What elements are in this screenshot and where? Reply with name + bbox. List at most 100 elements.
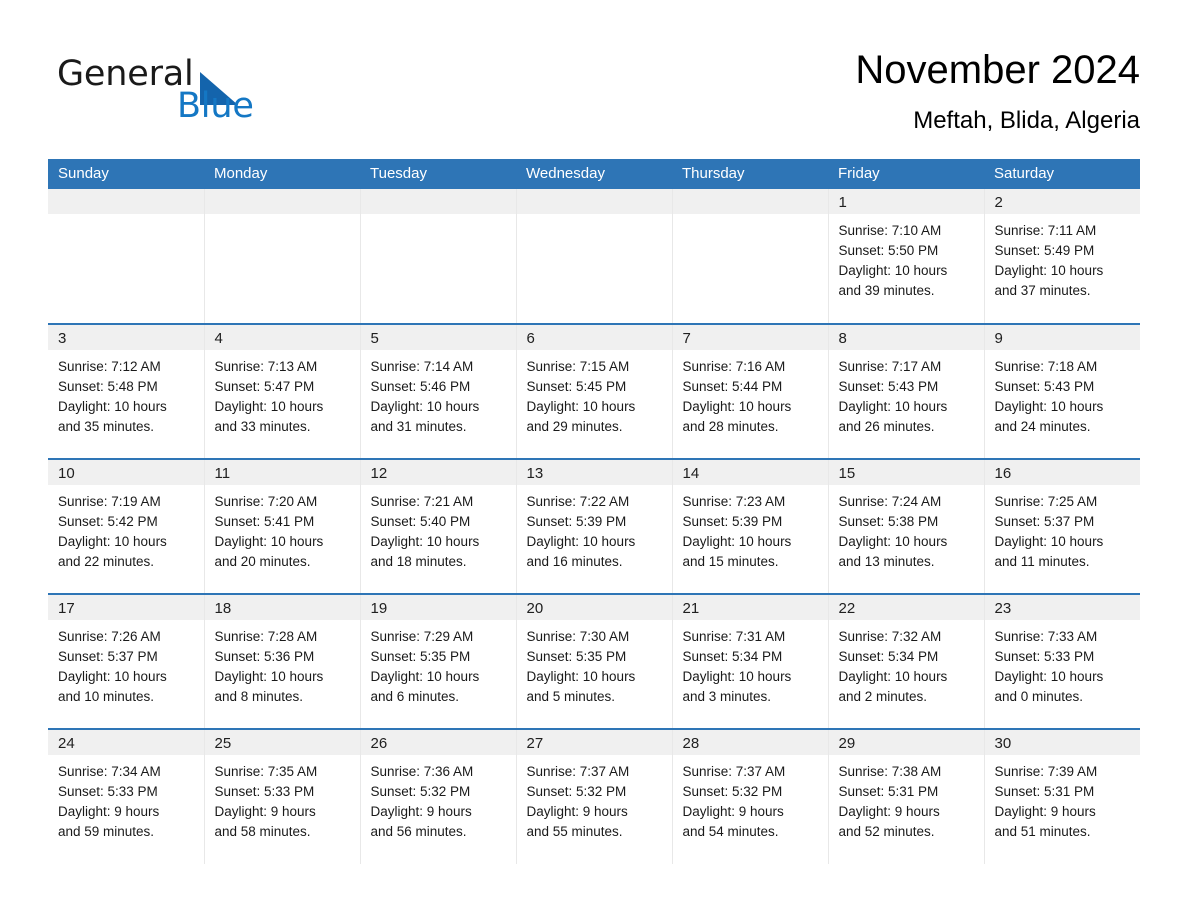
- daylight-text-line1: Daylight: 9 hours: [994, 804, 1096, 819]
- sunset-text: Sunset: 5:35 PM: [526, 649, 627, 664]
- calendar-cell-empty: [672, 189, 829, 324]
- daylight-text-line1: Daylight: 10 hours: [994, 263, 1104, 278]
- day-details: Sunrise: 7:26 AM Sunset: 5:37 PM Daylight:…: [48, 620, 204, 707]
- daylight-text-line2: and 52 minutes.: [838, 824, 935, 839]
- calendar-day-cell[interactable]: 6 Sunrise: 7:15 AM Sunset: 5:45 PM Daylight…: [516, 323, 673, 459]
- daylight-text-line1: Daylight: 10 hours: [682, 669, 792, 684]
- calendar-day-cell[interactable]: 10 Sunrise: 7:19 AM Sunset: 5:42 PM Dayligh…: [48, 458, 205, 594]
- calendar-day-cell[interactable]: 14 Sunrise: 7:23 AM Sunset: 5:39 PM Dayligh…: [672, 458, 829, 594]
- calendar-day-cell[interactable]: 1 Sunrise: 7:10 AM Sunset: 5:50 PM Daylight…: [828, 189, 985, 324]
- day-details: Sunrise: 7:28 AM Sunset: 5:36 PM Daylight:…: [205, 620, 360, 707]
- logo-text-general: General: [57, 54, 194, 94]
- calendar-day-cell[interactable]: 25 Sunrise: 7:35 AM Sunset: 5:33 PM Dayligh…: [204, 728, 361, 864]
- sunset-text: Sunset: 5:33 PM: [58, 784, 158, 799]
- day-number: 27: [516, 730, 672, 755]
- day-details: Sunrise: 7:36 AM Sunset: 5:32 PM Daylight:…: [361, 755, 516, 842]
- daylight-text-line1: Daylight: 10 hours: [58, 399, 167, 414]
- daylight-text-line2: and 10 minutes.: [58, 689, 155, 704]
- sunset-text: Sunset: 5:38 PM: [838, 514, 939, 529]
- day-number: 6: [516, 325, 672, 350]
- daylight-text-line1: Daylight: 9 hours: [58, 804, 160, 819]
- sunset-text: Sunset: 5:44 PM: [682, 379, 783, 394]
- daylight-text-line1: Daylight: 10 hours: [214, 534, 324, 549]
- calendar-day-cell[interactable]: 23 Sunrise: 7:33 AM Sunset: 5:33 PM Dayligh…: [984, 593, 1140, 729]
- daylight-text-line1: Daylight: 9 hours: [526, 804, 628, 819]
- daylight-text-line1: Daylight: 9 hours: [214, 804, 316, 819]
- sunset-text: Sunset: 5:41 PM: [214, 514, 315, 529]
- daylight-text-line1: Daylight: 10 hours: [838, 263, 948, 278]
- daylight-text-line2: and 3 minutes.: [682, 689, 772, 704]
- weekday-header-sunday: Sunday: [48, 159, 204, 189]
- day-details: Sunrise: 7:37 AM Sunset: 5:32 PM Daylight:…: [517, 755, 672, 842]
- day-number: 24: [48, 730, 204, 755]
- daylight-text-line2: and 35 minutes.: [58, 419, 155, 434]
- calendar-day-cell[interactable]: 18 Sunrise: 7:28 AM Sunset: 5:36 PM Dayligh…: [204, 593, 361, 729]
- daylight-text-line2: and 0 minutes.: [994, 689, 1084, 704]
- calendar-day-cell[interactable]: 4 Sunrise: 7:13 AM Sunset: 5:47 PM Daylight…: [204, 323, 361, 459]
- calendar-table: Sunday Monday Tuesday Wednesday Thursday…: [48, 159, 1140, 864]
- calendar-day-cell[interactable]: 15 Sunrise: 7:24 AM Sunset: 5:38 PM Dayligh…: [828, 458, 985, 594]
- sunset-text: Sunset: 5:34 PM: [682, 649, 783, 664]
- daylight-text-line1: Daylight: 10 hours: [838, 534, 948, 549]
- sunrise-text: Sunrise: 7:17 AM: [838, 359, 942, 374]
- calendar-day-cell[interactable]: 12 Sunrise: 7:21 AM Sunset: 5:40 PM Dayligh…: [360, 458, 517, 594]
- calendar-day-cell[interactable]: 27 Sunrise: 7:37 AM Sunset: 5:32 PM Dayligh…: [516, 728, 673, 864]
- calendar-day-cell[interactable]: 16 Sunrise: 7:25 AM Sunset: 5:37 PM Dayligh…: [984, 458, 1140, 594]
- page-header: General Blue November 2024 Meftah, Blida…: [48, 44, 1140, 148]
- daylight-text-line1: Daylight: 10 hours: [58, 534, 167, 549]
- calendar-cell-empty: [516, 189, 673, 324]
- calendar-day-cell[interactable]: 24 Sunrise: 7:34 AM Sunset: 5:33 PM Dayligh…: [48, 728, 205, 864]
- day-number: [360, 189, 516, 214]
- calendar-day-cell[interactable]: 11 Sunrise: 7:20 AM Sunset: 5:41 PM Dayligh…: [204, 458, 361, 594]
- sunset-text: Sunset: 5:34 PM: [838, 649, 939, 664]
- day-number: 1: [828, 189, 984, 214]
- daylight-text-line2: and 33 minutes.: [214, 419, 311, 434]
- calendar-day-cell[interactable]: 5 Sunrise: 7:14 AM Sunset: 5:46 PM Daylight…: [360, 323, 517, 459]
- sunset-text: Sunset: 5:43 PM: [838, 379, 939, 394]
- calendar-day-cell[interactable]: 13 Sunrise: 7:22 AM Sunset: 5:39 PM Dayligh…: [516, 458, 673, 594]
- weekday-header-tuesday: Tuesday: [360, 159, 516, 189]
- day-details: Sunrise: 7:13 AM Sunset: 5:47 PM Daylight:…: [205, 350, 360, 437]
- sunrise-text: Sunrise: 7:37 AM: [682, 764, 786, 779]
- day-details: Sunrise: 7:24 AM Sunset: 5:38 PM Daylight:…: [829, 485, 984, 572]
- day-details: Sunrise: 7:37 AM Sunset: 5:32 PM Daylight:…: [673, 755, 828, 842]
- daylight-text-line2: and 8 minutes.: [214, 689, 304, 704]
- calendar-day-cell[interactable]: 29 Sunrise: 7:38 AM Sunset: 5:31 PM Dayligh…: [828, 728, 985, 864]
- sunrise-text: Sunrise: 7:32 AM: [838, 629, 942, 644]
- daylight-text-line2: and 55 minutes.: [526, 824, 623, 839]
- sunset-text: Sunset: 5:42 PM: [58, 514, 158, 529]
- calendar-day-cell[interactable]: 2 Sunrise: 7:11 AM Sunset: 5:49 PM Daylight…: [984, 189, 1140, 324]
- calendar-day-cell[interactable]: 20 Sunrise: 7:30 AM Sunset: 5:35 PM Dayligh…: [516, 593, 673, 729]
- day-details: Sunrise: 7:29 AM Sunset: 5:35 PM Daylight:…: [361, 620, 516, 707]
- sunrise-text: Sunrise: 7:35 AM: [214, 764, 318, 779]
- sunset-text: Sunset: 5:37 PM: [994, 514, 1095, 529]
- calendar-day-cell[interactable]: 9 Sunrise: 7:18 AM Sunset: 5:43 PM Daylight…: [984, 323, 1140, 459]
- calendar-day-cell[interactable]: 17 Sunrise: 7:26 AM Sunset: 5:37 PM Dayligh…: [48, 593, 205, 729]
- calendar-day-cell[interactable]: 19 Sunrise: 7:29 AM Sunset: 5:35 PM Dayligh…: [360, 593, 517, 729]
- day-number: 29: [828, 730, 984, 755]
- daylight-text-line1: Daylight: 10 hours: [214, 669, 324, 684]
- sunset-text: Sunset: 5:43 PM: [994, 379, 1095, 394]
- calendar-day-cell[interactable]: 26 Sunrise: 7:36 AM Sunset: 5:32 PM Dayligh…: [360, 728, 517, 864]
- calendar-day-cell[interactable]: 7 Sunrise: 7:16 AM Sunset: 5:44 PM Daylight…: [672, 323, 829, 459]
- calendar-day-cell[interactable]: 30 Sunrise: 7:39 AM Sunset: 5:31 PM Dayligh…: [984, 728, 1140, 864]
- daylight-text-line1: Daylight: 10 hours: [214, 399, 324, 414]
- sunrise-text: Sunrise: 7:18 AM: [994, 359, 1098, 374]
- calendar-day-cell[interactable]: 22 Sunrise: 7:32 AM Sunset: 5:34 PM Dayligh…: [828, 593, 985, 729]
- sunrise-text: Sunrise: 7:37 AM: [526, 764, 630, 779]
- daylight-text-line1: Daylight: 10 hours: [526, 534, 636, 549]
- calendar-day-cell[interactable]: 21 Sunrise: 7:31 AM Sunset: 5:34 PM Dayligh…: [672, 593, 829, 729]
- calendar-day-cell[interactable]: 3 Sunrise: 7:12 AM Sunset: 5:48 PM Daylight…: [48, 323, 205, 459]
- sunset-text: Sunset: 5:31 PM: [994, 784, 1095, 799]
- calendar-day-cell[interactable]: 28 Sunrise: 7:37 AM Sunset: 5:32 PM Dayligh…: [672, 728, 829, 864]
- day-number: 20: [516, 595, 672, 620]
- daylight-text-line2: and 15 minutes.: [682, 554, 779, 569]
- sunrise-text: Sunrise: 7:29 AM: [370, 629, 474, 644]
- daylight-text-line1: Daylight: 10 hours: [526, 399, 636, 414]
- day-details: Sunrise: 7:23 AM Sunset: 5:39 PM Daylight:…: [673, 485, 828, 572]
- calendar-day-cell[interactable]: 8 Sunrise: 7:17 AM Sunset: 5:43 PM Daylight…: [828, 323, 985, 459]
- sunrise-text: Sunrise: 7:19 AM: [58, 494, 161, 509]
- sunset-text: Sunset: 5:46 PM: [370, 379, 471, 394]
- sunrise-text: Sunrise: 7:28 AM: [214, 629, 318, 644]
- sunset-text: Sunset: 5:31 PM: [838, 784, 939, 799]
